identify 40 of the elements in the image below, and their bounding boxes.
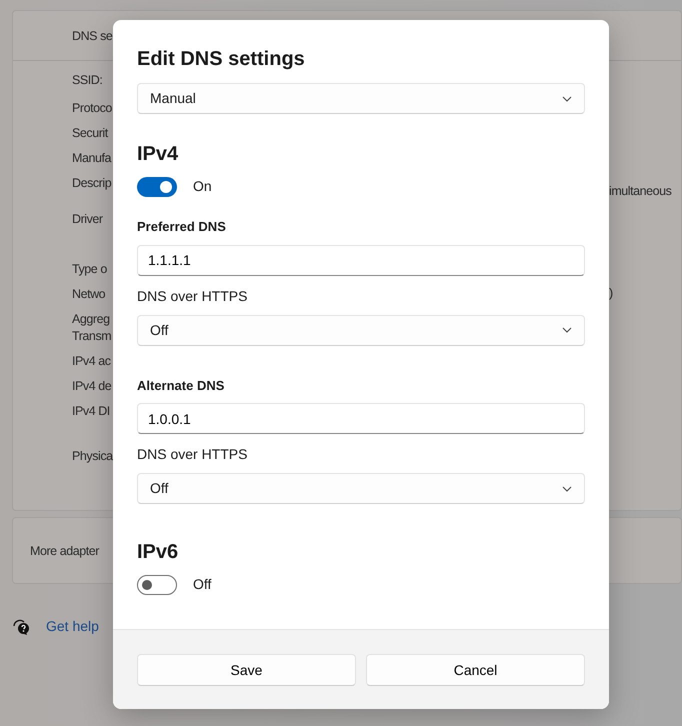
dropdown[interactable]: Off: [137, 473, 585, 504]
setting-label: Manufa: [72, 150, 112, 167]
field-label: Preferred DNS: [137, 218, 227, 236]
help-icon: [12, 618, 30, 636]
setting-label: IPv4 DI: [72, 403, 111, 420]
setting-label: DNS se: [72, 28, 112, 45]
input-field[interactable]: 1.0.0.1: [137, 403, 585, 434]
toggle-label: On: [193, 177, 212, 196]
setting-label: Descrip: [72, 175, 112, 192]
setting-label: IPv4 de: [72, 378, 112, 395]
field-label: DNS over HTTPS: [137, 445, 248, 464]
setting-value: imultaneous: [609, 183, 672, 200]
dialog-button[interactable]: Save: [137, 654, 356, 686]
field-label: Alternate DNS: [137, 376, 226, 394]
dialog-button[interactable]: Cancel: [366, 654, 585, 686]
setting-value: ): [609, 285, 614, 302]
dropdown[interactable]: Manual: [137, 83, 585, 114]
setting-label: Securit: [72, 125, 110, 142]
setting-label: SSID:: [72, 72, 104, 89]
card-label: More adapter: [30, 543, 99, 560]
setting-label: Type o: [72, 261, 108, 278]
setting-label: Protoco: [72, 100, 113, 117]
section-heading: IPv6: [137, 540, 180, 564]
toggle-switch[interactable]: [137, 176, 177, 196]
setting-label: Netwo: [72, 286, 106, 303]
chevron-down-icon: [562, 327, 572, 333]
setting-label: Physica: [72, 448, 114, 465]
chevron-down-icon: [562, 96, 572, 102]
input-field[interactable]: 1.1.1.1: [137, 244, 585, 276]
dropdown[interactable]: Off: [137, 314, 585, 346]
setting-label: IPv4 ac: [72, 353, 112, 370]
field-label: DNS over HTTPS: [137, 286, 248, 306]
section-heading: IPv4: [137, 142, 180, 166]
setting-label: Driver: [72, 211, 104, 228]
help-link[interactable]: Get help: [46, 616, 99, 637]
toggle-switch[interactable]: [137, 574, 177, 594]
toggle-label: Off: [193, 575, 212, 594]
dialog-title: Edit DNS settings: [137, 47, 306, 72]
setting-label: Aggreg Transm: [72, 311, 112, 345]
chevron-down-icon: [562, 486, 572, 492]
